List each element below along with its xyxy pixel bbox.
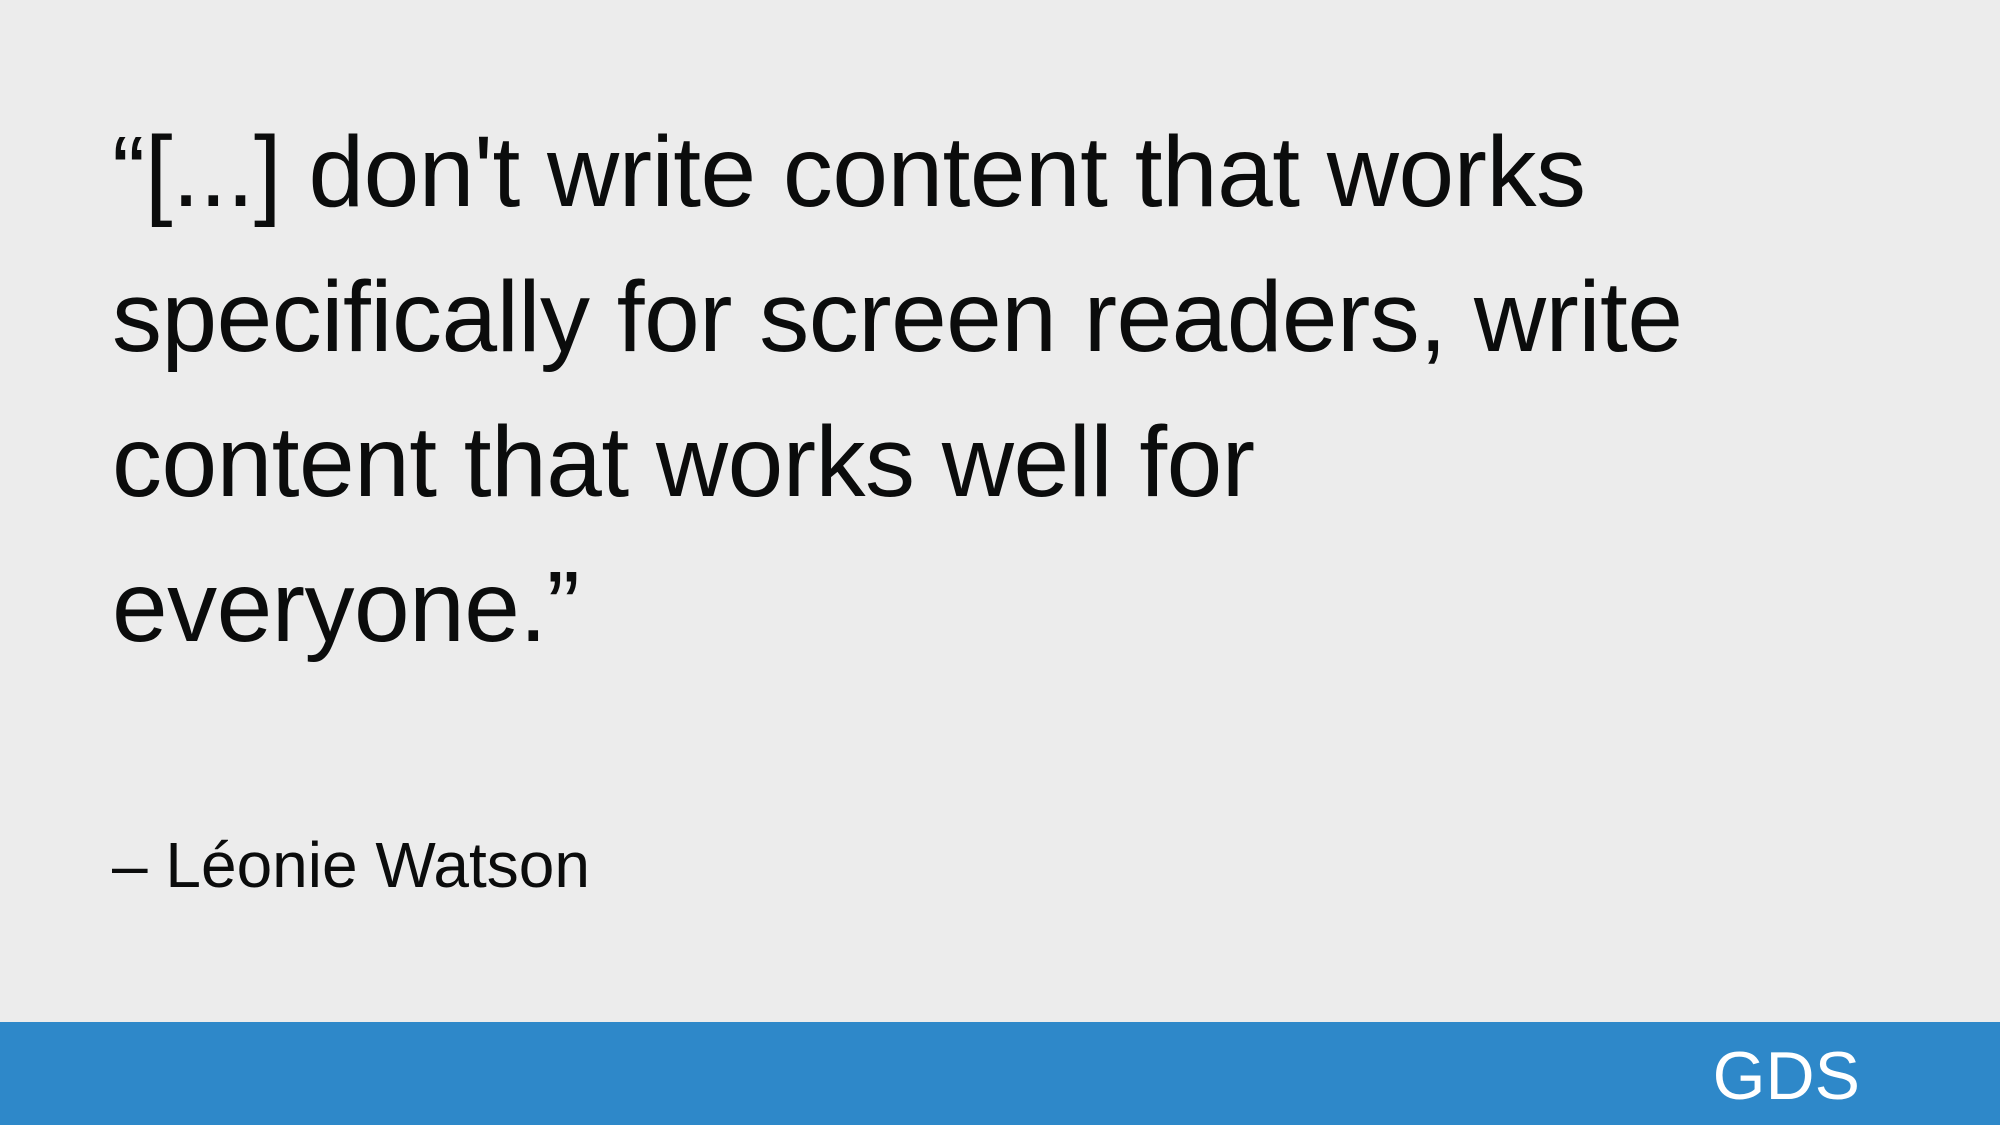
gds-logo: GDS bbox=[1712, 1038, 1860, 1114]
quote-line-1: “[...] don't write content that works bbox=[112, 116, 1586, 228]
quote-line-2: specifically for screen readers, write bbox=[112, 261, 1683, 373]
quote-text: “[...] don't write content that works sp… bbox=[112, 100, 1892, 680]
footer-bar: GDS bbox=[0, 1022, 2000, 1125]
slide: “[...] don't write content that works sp… bbox=[0, 0, 2000, 1125]
quote-line-3: content that works well for bbox=[112, 406, 1255, 518]
quote-attribution: – Léonie Watson bbox=[112, 829, 590, 901]
quote-line-4: everyone.” bbox=[112, 551, 580, 663]
